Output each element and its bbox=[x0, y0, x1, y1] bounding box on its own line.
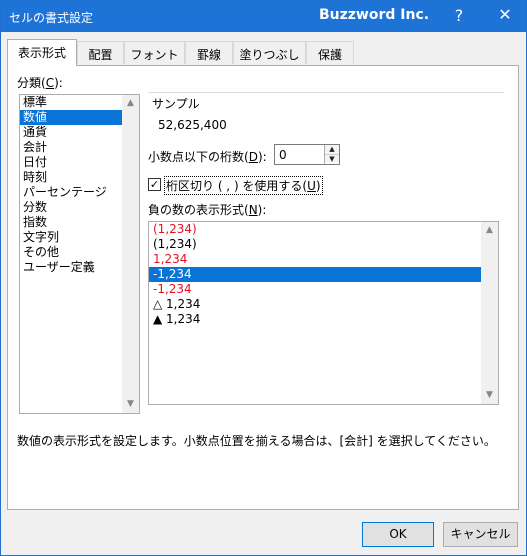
number-tab-panel: 分類(C): 標準 数値 通貨 会計 日付 時刻 パーセンテージ 分数 指数 文字列 その他 ユーザー… bbox=[7, 65, 519, 510]
negative-number-option[interactable]: ▲ 1,234 bbox=[149, 312, 498, 327]
category-item[interactable]: 数値 bbox=[20, 110, 122, 125]
scroll-down-icon[interactable]: ▼ bbox=[481, 387, 498, 404]
category-label: 分類(C): bbox=[17, 76, 63, 90]
decimal-places-value[interactable]: 0 bbox=[279, 148, 287, 162]
negative-number-option[interactable]: -1,234 bbox=[149, 267, 498, 282]
ok-button[interactable]: OK bbox=[362, 522, 434, 547]
category-list[interactable]: 標準 数値 通貨 会計 日付 時刻 パーセンテージ 分数 指数 文字列 その他 ユーザー定義 ▲ ▼ bbox=[19, 94, 140, 414]
negative-number-option[interactable]: △ 1,234 bbox=[149, 297, 498, 312]
spin-buttons: ▲ ▼ bbox=[324, 145, 339, 164]
spin-up-icon[interactable]: ▲ bbox=[325, 145, 339, 154]
dialog-title: セルの書式設定 bbox=[9, 11, 94, 25]
negative-number-option[interactable]: (1,234) bbox=[149, 222, 498, 237]
decimal-places-spinner[interactable]: 0 ▲ ▼ bbox=[274, 144, 340, 165]
negative-number-option[interactable]: (1,234) bbox=[149, 237, 498, 252]
negative-numbers-label: 負の数の表示形式(N): bbox=[148, 203, 267, 217]
thousands-separator-label[interactable]: 桁区切り ( , ) を使用する(U) bbox=[164, 176, 323, 195]
sample-value: 52,625,400 bbox=[158, 118, 227, 132]
negative-numbers-list[interactable]: (1,234) (1,234) 1,234 -1,234 -1,234 △ 1,234 ▲ … bbox=[148, 221, 499, 405]
app-name: Buzzword Inc. bbox=[319, 7, 430, 23]
scroll-up-icon[interactable]: ▲ bbox=[122, 95, 139, 112]
tab-fill[interactable]: 塗りつぶし bbox=[233, 41, 306, 64]
negative-numbers-scrollbar[interactable]: ▲ ▼ bbox=[481, 222, 498, 404]
format-cells-dialog: セルの書式設定 Buzzword Inc. ? ✕ 表示形式 配置 フォント 罫… bbox=[0, 0, 527, 556]
negative-number-option[interactable]: 1,234 bbox=[149, 252, 498, 267]
scroll-up-icon[interactable]: ▲ bbox=[481, 222, 498, 239]
title-bar: セルの書式設定 Buzzword Inc. ? ✕ bbox=[1, 1, 526, 32]
scroll-down-icon[interactable]: ▼ bbox=[122, 396, 139, 413]
spin-down-icon[interactable]: ▼ bbox=[325, 154, 339, 163]
category-scrollbar[interactable]: ▲ ▼ bbox=[122, 95, 139, 413]
tab-alignment[interactable]: 配置 bbox=[77, 41, 124, 64]
tab-border[interactable]: 罫線 bbox=[185, 41, 233, 64]
tab-strip: 表示形式 配置 フォント 罫線 塗りつぶし 保護 bbox=[7, 39, 519, 66]
sample-label: サンプル bbox=[152, 97, 200, 111]
help-icon[interactable]: ? bbox=[449, 6, 469, 25]
close-icon[interactable]: ✕ bbox=[494, 5, 516, 24]
thousands-separator-checkbox[interactable]: ✓ bbox=[148, 178, 161, 191]
negative-number-items: (1,234) (1,234) 1,234 -1,234 -1,234 △ 1,234 ▲ … bbox=[149, 222, 498, 327]
tab-number-format[interactable]: 表示形式 bbox=[7, 39, 77, 66]
cancel-button[interactable]: キャンセル bbox=[443, 522, 518, 547]
decimal-places-label: 小数点以下の桁数(D): bbox=[148, 150, 267, 164]
tab-protection[interactable]: 保護 bbox=[306, 41, 354, 64]
tab-font[interactable]: フォント bbox=[124, 41, 185, 64]
sample-group bbox=[148, 92, 504, 140]
negative-number-option[interactable]: -1,234 bbox=[149, 282, 498, 297]
format-description: 数値の表示形式を設定します。小数点位置を揃える場合は、[会計] を選択してくださ… bbox=[17, 434, 496, 448]
